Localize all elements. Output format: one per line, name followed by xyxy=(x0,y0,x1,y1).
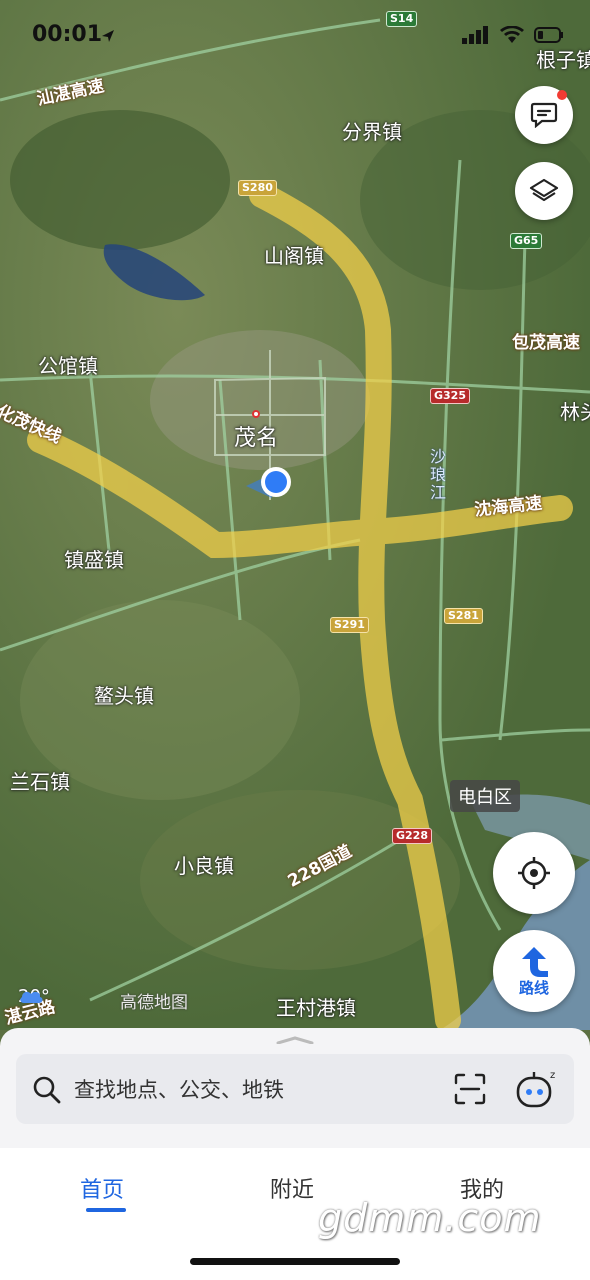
district-label[interactable]: 电白区 xyxy=(450,780,520,812)
svg-text:z: z xyxy=(550,1070,555,1081)
place-label[interactable]: 公馆镇 xyxy=(38,350,98,379)
place-label[interactable]: 鳌头镇 xyxy=(94,680,154,709)
route-button[interactable]: 路线 xyxy=(493,930,575,1012)
road-shield: G325 xyxy=(430,388,470,404)
place-label[interactable]: 镇盛镇 xyxy=(64,544,124,573)
sheet-handle-icon[interactable] xyxy=(276,1036,314,1044)
highway-label: 包茂高速 xyxy=(512,334,580,353)
weather-widget[interactable]: 20° xyxy=(18,986,50,1007)
road-shield: S281 xyxy=(444,608,483,624)
place-label[interactable]: 小良镇 xyxy=(174,850,234,879)
locate-button[interactable] xyxy=(493,832,575,914)
river-label: 沙琅江 xyxy=(430,447,447,502)
brand-logo: 高德地图 xyxy=(120,993,188,1013)
road-shield: S291 xyxy=(330,617,369,633)
layers-icon xyxy=(529,178,559,202)
messages-button[interactable] xyxy=(515,86,573,144)
route-label: 路线 xyxy=(518,978,549,997)
home-indicator[interactable] xyxy=(190,1258,400,1265)
place-label[interactable]: 分界镇 xyxy=(342,116,402,145)
status-bar: 00:01 xyxy=(0,0,590,70)
tab-home[interactable]: 首页 xyxy=(80,1172,124,1204)
wifi-icon xyxy=(500,26,524,43)
layers-button[interactable] xyxy=(515,162,573,220)
signal-icon xyxy=(462,26,488,44)
city-label[interactable]: 茂名 xyxy=(234,420,278,452)
battery-icon xyxy=(534,27,563,43)
status-icons xyxy=(462,26,564,44)
place-label[interactable]: 兰石镇 xyxy=(10,766,70,795)
search-placeholder[interactable]: 查找地点、公交、地铁 xyxy=(74,1074,284,1104)
road-shield: G65 xyxy=(510,233,543,249)
cloud-icon xyxy=(20,991,43,1003)
location-arrow-icon xyxy=(102,30,114,42)
search-icon xyxy=(33,1076,61,1104)
locate-icon xyxy=(518,857,550,889)
place-label[interactable]: 山阁镇 xyxy=(264,240,324,269)
road-shield: G228 xyxy=(392,828,432,844)
place-label[interactable]: 林头 xyxy=(560,396,590,425)
watermark: gdmm.com xyxy=(318,1196,542,1240)
place-label[interactable]: 王村港镇 xyxy=(276,992,356,1021)
tab-nearby[interactable]: 附近 xyxy=(270,1172,314,1204)
status-time: 00:01 xyxy=(32,22,103,47)
notification-dot xyxy=(557,90,567,100)
road-shield: S280 xyxy=(238,180,277,196)
assistant-robot-icon[interactable]: z xyxy=(514,1068,558,1110)
route-arrow-icon xyxy=(522,946,548,977)
tab-active-indicator xyxy=(86,1208,126,1212)
search-bar[interactable]: 查找地点、公交、地铁 z xyxy=(16,1054,574,1124)
scan-icon[interactable] xyxy=(454,1073,486,1105)
bottom-sheet[interactable]: 查找地点、公交、地铁 z xyxy=(0,1028,590,1148)
message-icon xyxy=(530,102,558,128)
